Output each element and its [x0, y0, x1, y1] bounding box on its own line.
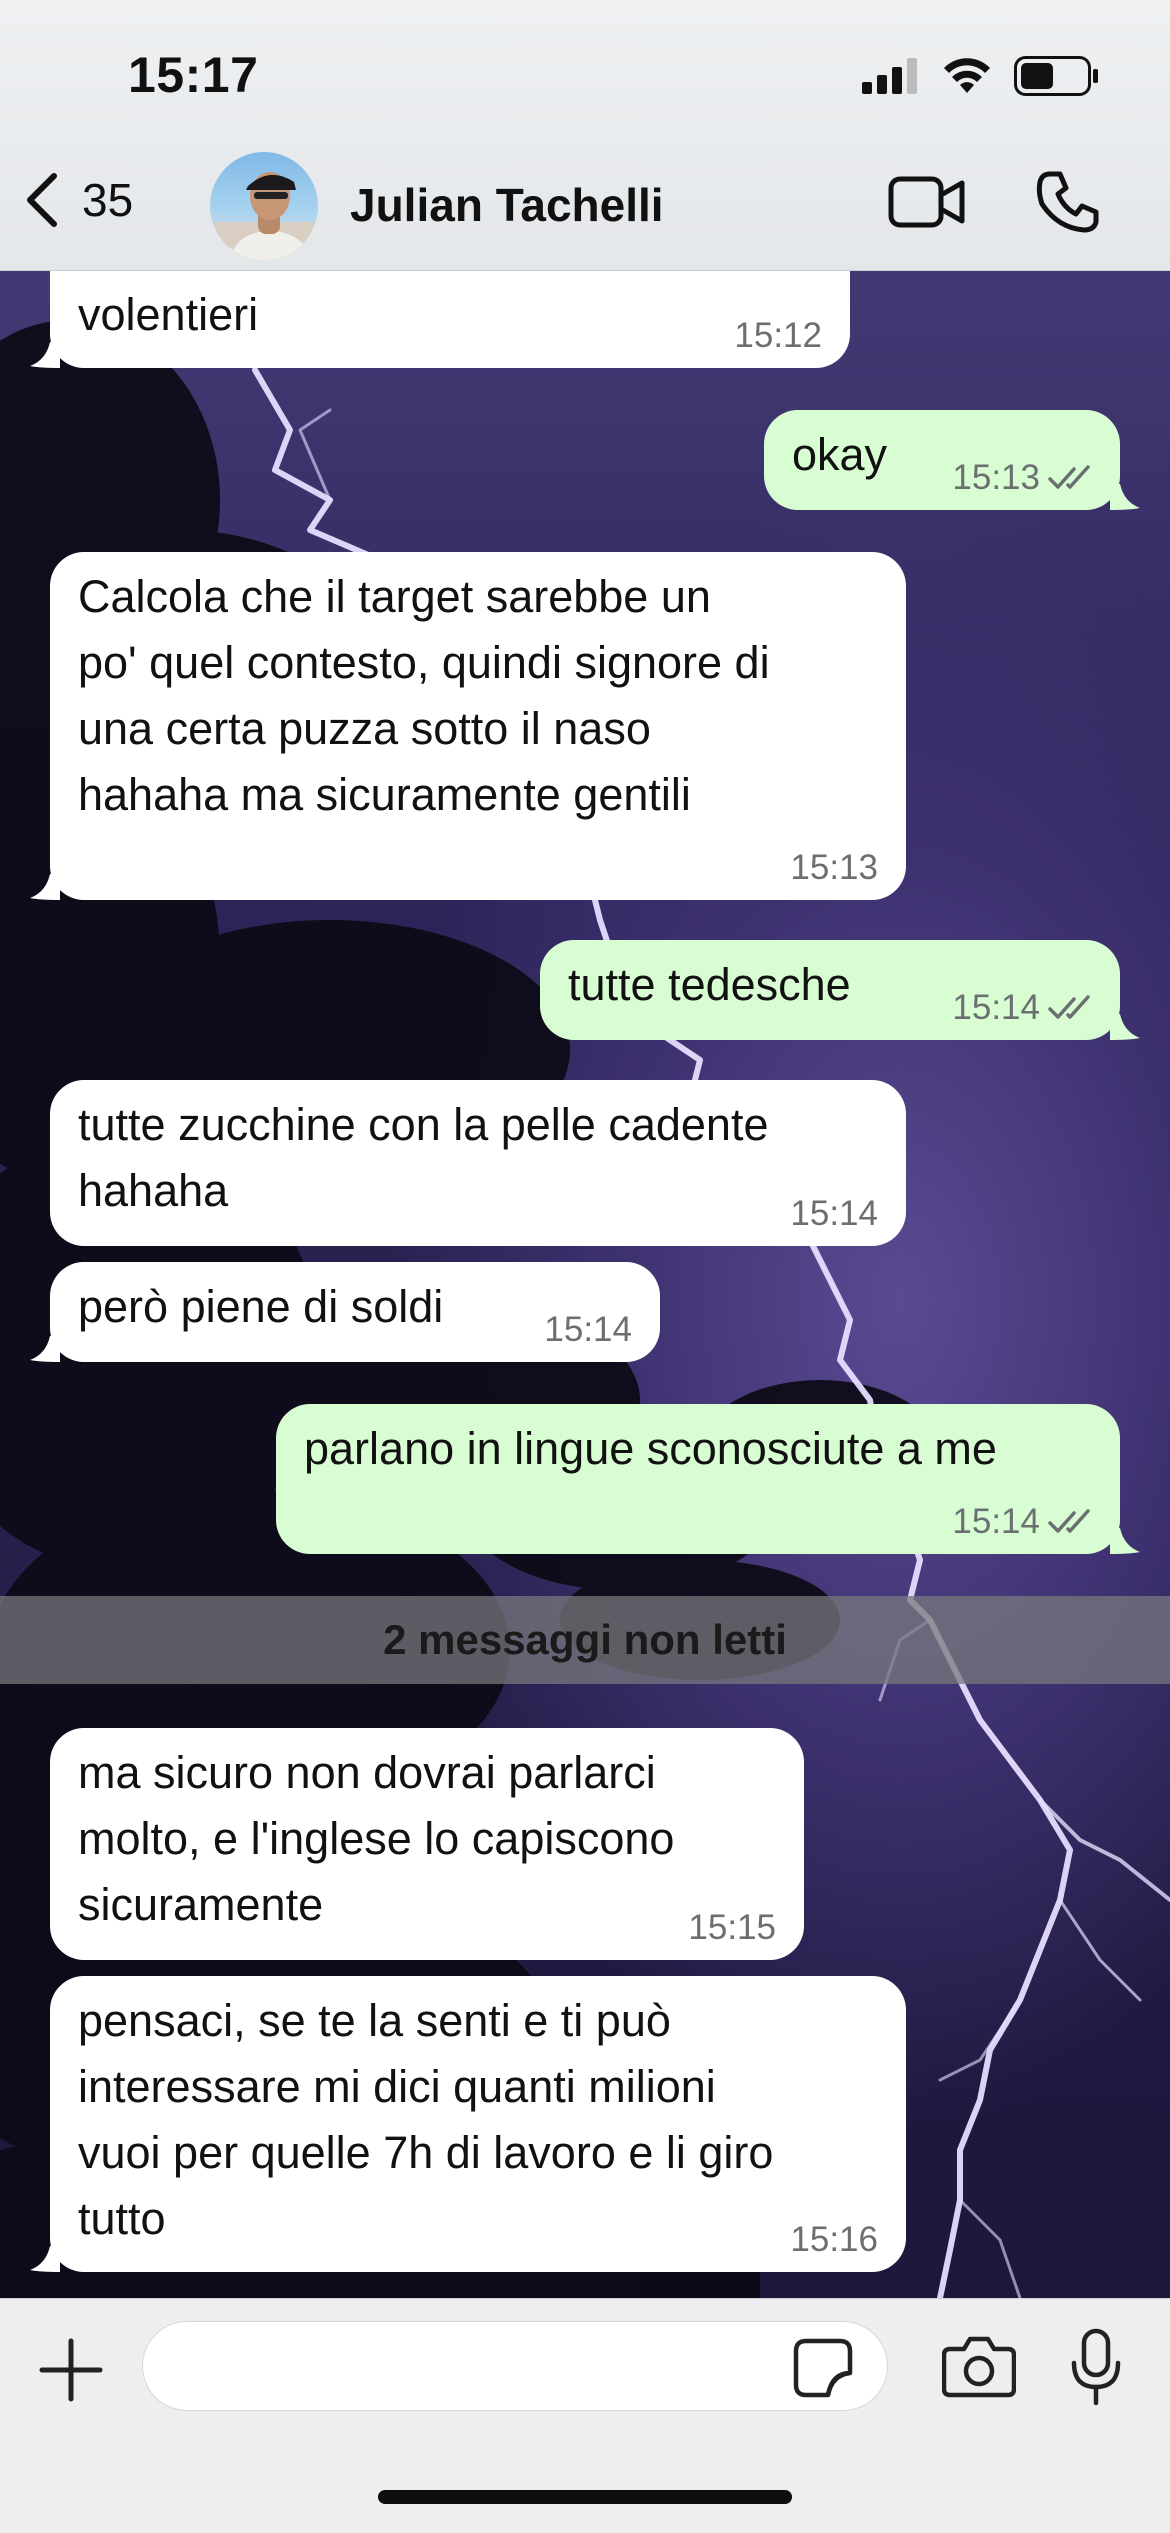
wifi-icon — [944, 58, 990, 93]
message-time: 15:16 — [790, 2220, 878, 2259]
sticker-icon[interactable] — [792, 2337, 854, 2399]
message-bubble-incoming[interactable]: pensaci, se te la senti e ti può interes… — [50, 1976, 906, 2272]
unread-banner-text: 2 messaggi non letti — [383, 1616, 787, 1663]
message-time: 15:14 — [952, 988, 1040, 1027]
message-bubble-incoming[interactable]: tutte zucchine con la pelle cadente haha… — [50, 1080, 906, 1246]
plus-icon[interactable] — [36, 2335, 106, 2405]
message-time: 15:14 — [790, 1194, 878, 1233]
message-bubble-outgoing[interactable]: tutte tedesche 15:14 — [540, 940, 1120, 1040]
contact-avatar[interactable] — [210, 152, 318, 260]
header-actions — [888, 170, 1100, 234]
message-time: 15:13 — [952, 458, 1040, 497]
double-check-icon — [1048, 995, 1090, 1019]
message-bubble-outgoing[interactable]: parlano in lingue sconosciute a me 15:14 — [276, 1404, 1120, 1554]
chat-header: 15:17 35 Julian Tachelli — [0, 0, 1170, 271]
status-icons — [862, 56, 1100, 96]
chevron-left-icon — [27, 173, 57, 227]
message-input[interactable] — [142, 2321, 888, 2411]
bubble-tail — [30, 874, 60, 900]
microphone-icon[interactable] — [1068, 2327, 1124, 2407]
status-time: 15:17 — [128, 47, 259, 103]
message-bubble-incoming[interactable]: volentieri 15:12 — [50, 270, 850, 368]
message-time: 15:15 — [688, 1908, 776, 1947]
message-time: 15:14 — [952, 1502, 1040, 1541]
contact-name[interactable]: Julian Tachelli — [350, 178, 664, 232]
avatar-photo — [210, 172, 318, 260]
message-text: Calcola che il target sarebbe un po' que… — [78, 571, 770, 820]
video-call-icon[interactable] — [888, 173, 966, 231]
unread-chats-count: 35 — [82, 174, 134, 226]
message-time: 15:13 — [790, 848, 878, 887]
message-bubble-incoming[interactable]: ma sicuro non dovrai parlarci molto, e l… — [50, 1728, 804, 1960]
phone-icon[interactable] — [1036, 170, 1100, 234]
bubble-tail — [30, 2246, 60, 2272]
bubble-tail — [30, 1336, 60, 1362]
message-list[interactable]: volentieri 15:12 okay 15:13 Calcola che … — [0, 270, 1170, 2298]
double-check-icon — [1048, 465, 1090, 489]
message-time: 15:12 — [734, 316, 822, 355]
bubble-tail — [1110, 484, 1140, 510]
double-check-icon — [1048, 1509, 1090, 1533]
bubble-tail — [30, 342, 60, 368]
message-bubble-incoming[interactable]: però piene di soldi 15:14 — [50, 1262, 660, 1362]
battery-icon — [1014, 56, 1098, 96]
message-text: ma sicuro non dovrai parlarci molto, e l… — [78, 1747, 675, 1930]
message-bubble-incoming[interactable]: Calcola che il target sarebbe un po' que… — [50, 552, 906, 900]
message-bubble-outgoing[interactable]: okay 15:13 — [764, 410, 1120, 510]
bubble-tail — [1110, 1014, 1140, 1040]
message-time: 15:14 — [544, 1310, 632, 1349]
message-text: pensaci, se te la senti e ti può interes… — [78, 1995, 774, 2244]
message-text: volentieri — [78, 289, 259, 340]
home-indicator[interactable] — [378, 2490, 792, 2504]
back-button[interactable]: 35 — [20, 170, 133, 230]
message-text: parlano in lingue sconosciute a me — [304, 1423, 997, 1474]
cellular-signal-icon — [862, 58, 917, 94]
camera-icon[interactable] — [942, 2333, 1016, 2399]
message-text: tutte zucchine con la pelle cadente haha… — [78, 1099, 769, 1216]
bubble-tail — [1110, 1528, 1140, 1554]
unread-messages-banner: 2 messaggi non letti — [0, 1596, 1170, 1684]
